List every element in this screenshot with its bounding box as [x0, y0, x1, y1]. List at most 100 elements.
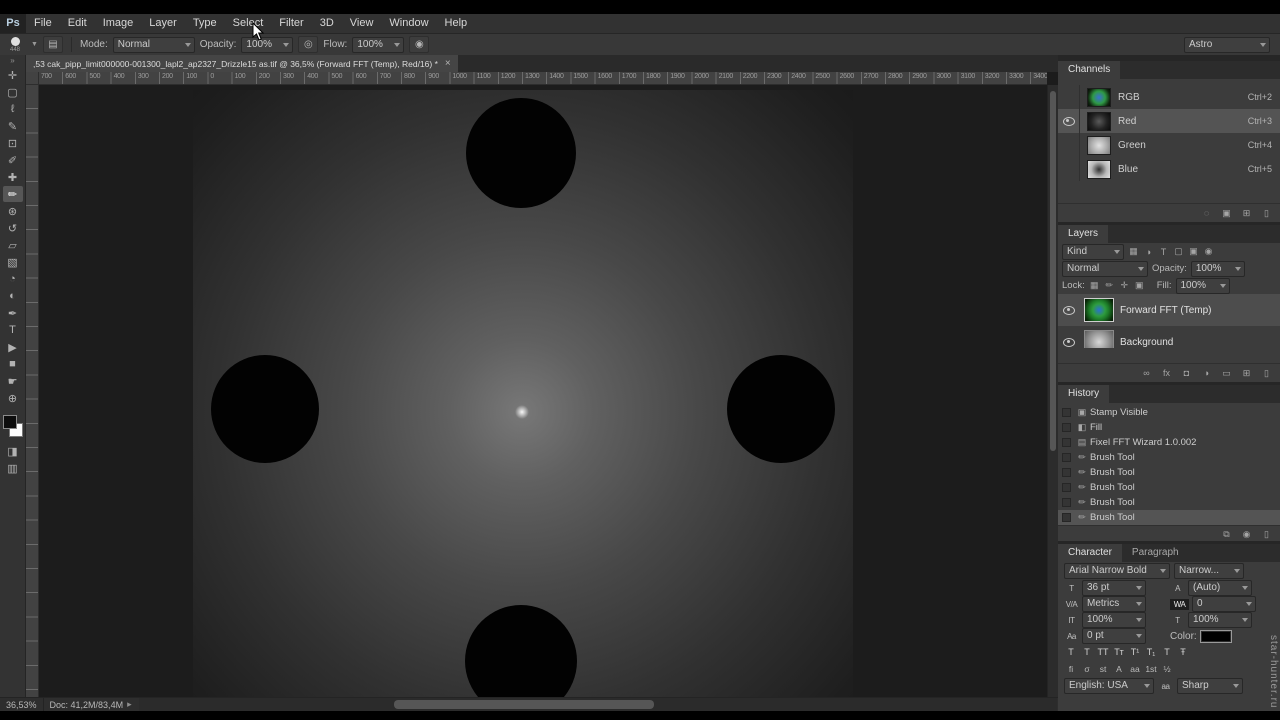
toolbar-collapse-icon[interactable]: »: [10, 56, 14, 65]
vertical-scale-field[interactable]: 100%: [1082, 612, 1146, 628]
faux-bold-button[interactable]: T: [1064, 646, 1078, 659]
history-source-checkbox[interactable]: [1058, 438, 1074, 447]
vertical-scrollbar-thumb[interactable]: [1050, 91, 1056, 451]
pressure-opacity-icon[interactable]: ◎: [298, 36, 319, 53]
font-style-select[interactable]: Narrow...: [1174, 563, 1244, 579]
layer-row[interactable]: Forward FFT (Temp): [1058, 294, 1280, 326]
horizontal-scrollbar-thumb[interactable]: [393, 700, 654, 709]
layer-fill-select[interactable]: 100%: [1175, 277, 1230, 294]
tab-paragraph[interactable]: Paragraph: [1122, 544, 1189, 562]
pen-tool[interactable]: ✒: [3, 305, 23, 321]
layer-row[interactable]: Background: [1058, 326, 1280, 348]
channel-row[interactable]: Blue Ctrl+5: [1058, 157, 1280, 181]
zoom-tool[interactable]: ⊕: [3, 390, 23, 406]
quick-mask-button[interactable]: ◨: [3, 443, 23, 459]
underline-button[interactable]: T: [1160, 646, 1174, 659]
shape-tool[interactable]: ■: [3, 356, 23, 372]
menu-edit[interactable]: Edit: [60, 14, 95, 33]
load-selection-icon[interactable]: ◌: [1201, 208, 1212, 218]
visibility-cell[interactable]: [1058, 109, 1080, 133]
zoom-level-field[interactable]: 36,53%: [0, 698, 44, 711]
eyedropper-tool[interactable]: ✐: [3, 152, 23, 168]
kerning-select[interactable]: Metrics: [1082, 596, 1146, 612]
fractions-button[interactable]: ½: [1160, 663, 1174, 676]
history-step[interactable]: ✏ Brush Tool: [1058, 495, 1280, 510]
blur-tool[interactable]: ◔: [3, 271, 23, 287]
filter-shape-icon[interactable]: ▢: [1173, 246, 1184, 257]
clone-stamp-tool[interactable]: ⊛: [3, 203, 23, 219]
menu-window[interactable]: Window: [381, 14, 436, 33]
save-selection-icon[interactable]: ▣: [1221, 208, 1232, 219]
gradient-tool[interactable]: ▧: [3, 254, 23, 270]
history-source-checkbox[interactable]: [1058, 453, 1074, 462]
document-info[interactable]: Doc: 41,2M/83,4M ▸: [44, 699, 138, 710]
new-layer-icon[interactable]: ⊞: [1241, 368, 1252, 379]
history-step[interactable]: ◧ Fill: [1058, 420, 1280, 435]
quick-selection-tool[interactable]: ✎: [3, 118, 23, 134]
text-color-swatch[interactable]: [1199, 629, 1232, 643]
stylistic-alternates-button[interactable]: aa: [1128, 663, 1142, 676]
history-source-checkbox[interactable]: [1058, 423, 1074, 432]
healing-brush-tool[interactable]: ✚: [3, 169, 23, 185]
contextual-alternates-button[interactable]: σ: [1080, 663, 1094, 676]
history-step[interactable]: ✏ Brush Tool: [1058, 450, 1280, 465]
leading-select[interactable]: (Auto): [1188, 580, 1252, 596]
baseline-shift-field[interactable]: 0 pt: [1082, 628, 1146, 644]
channel-row[interactable]: RGB Ctrl+2: [1058, 85, 1280, 109]
channel-row[interactable]: Red Ctrl+3: [1058, 109, 1280, 133]
new-channel-icon[interactable]: ⊞: [1241, 208, 1252, 219]
lock-position-icon[interactable]: ✛: [1119, 280, 1130, 291]
layer-style-icon[interactable]: fx: [1161, 368, 1172, 378]
history-source-checkbox[interactable]: [1058, 408, 1074, 417]
horizontal-scrollbar[interactable]: [138, 698, 1057, 711]
menu-image[interactable]: Image: [95, 14, 142, 33]
layer-opacity-select[interactable]: 100%: [1190, 260, 1245, 277]
history-step[interactable]: ✏ Brush Tool: [1058, 510, 1280, 525]
swash-button[interactable]: A: [1112, 663, 1126, 676]
menu-filter[interactable]: Filter: [271, 14, 311, 33]
workspace-select[interactable]: Astro: [1184, 36, 1270, 53]
delete-layer-icon[interactable]: ▯: [1261, 368, 1272, 379]
horizontal-scale-field[interactable]: 100%: [1188, 612, 1252, 628]
tab-character[interactable]: Character: [1058, 544, 1122, 562]
blend-mode-select[interactable]: Normal: [112, 36, 195, 53]
font-family-select[interactable]: Arial Narrow Bold: [1064, 563, 1170, 579]
lock-all-icon[interactable]: ▣: [1134, 280, 1145, 291]
font-size-select[interactable]: 36 pt: [1082, 580, 1146, 596]
path-selection-tool[interactable]: ▶: [3, 339, 23, 355]
history-source-checkbox[interactable]: [1058, 483, 1074, 492]
layer-blend-mode-select[interactable]: Normal: [1062, 260, 1148, 277]
flow-select[interactable]: 100%: [352, 36, 405, 53]
brush-preset-picker[interactable]: 448: [4, 36, 26, 53]
status-popup-icon[interactable]: ▸: [127, 699, 132, 710]
close-icon[interactable]: ×: [445, 58, 451, 69]
filter-smart-object-icon[interactable]: ▣: [1188, 246, 1199, 257]
strikethrough-button[interactable]: Ŧ: [1176, 646, 1190, 659]
chevron-down-icon[interactable]: ▼: [31, 41, 38, 48]
anti-alias-select[interactable]: Sharp: [1177, 678, 1243, 694]
filter-type-icon[interactable]: T: [1158, 247, 1169, 257]
channel-row[interactable]: Green Ctrl+4: [1058, 133, 1280, 157]
tab-layers[interactable]: Layers: [1058, 225, 1109, 243]
link-layers-icon[interactable]: ∞: [1141, 368, 1152, 378]
type-tool[interactable]: T: [3, 322, 23, 338]
document-tab[interactable]: ,53 cak_pipp_limit000000-001300_lapl2_ap…: [26, 55, 458, 72]
subscript-button[interactable]: T₁: [1144, 646, 1158, 659]
faux-italic-button[interactable]: T: [1080, 646, 1094, 659]
fft-image[interactable]: [193, 90, 853, 697]
layer-mask-icon[interactable]: ◘: [1181, 368, 1192, 378]
new-snapshot-icon[interactable]: ◉: [1241, 529, 1252, 540]
visibility-cell[interactable]: [1060, 337, 1078, 347]
tab-channels[interactable]: Channels: [1058, 61, 1121, 79]
delete-channel-icon[interactable]: ▯: [1261, 208, 1272, 219]
airbrush-icon[interactable]: ◉: [409, 36, 430, 53]
crop-tool[interactable]: ⊡: [3, 135, 23, 151]
history-source-checkbox[interactable]: [1058, 513, 1074, 522]
visibility-cell[interactable]: [1060, 305, 1078, 315]
canvas-area[interactable]: [39, 85, 1047, 697]
language-select[interactable]: English: USA: [1064, 678, 1154, 694]
layer-filter-select[interactable]: Kind: [1062, 243, 1124, 260]
opacity-select[interactable]: 100%: [241, 36, 294, 53]
superscript-button[interactable]: T¹: [1128, 646, 1142, 659]
visibility-cell[interactable]: [1058, 133, 1080, 157]
